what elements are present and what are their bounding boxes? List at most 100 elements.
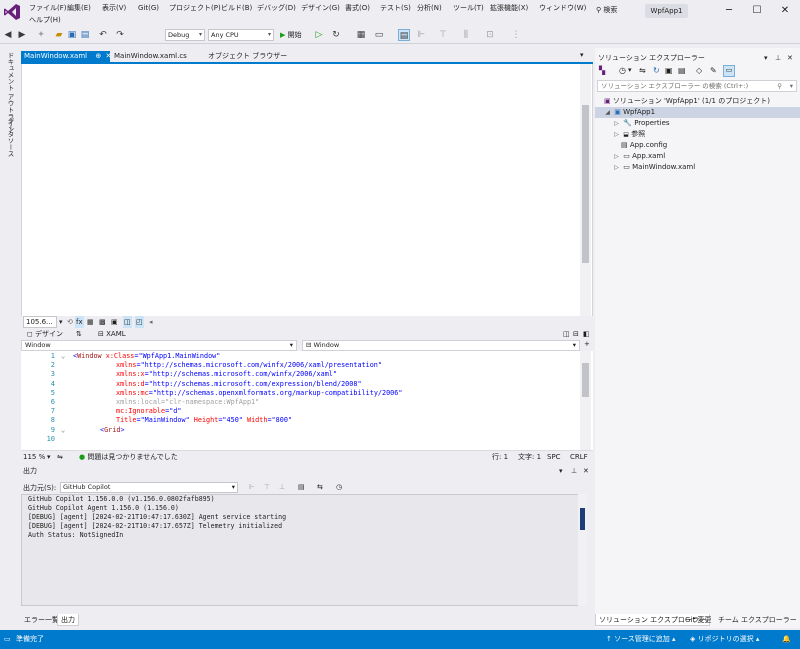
menu-file[interactable]: ファイル(F) <box>29 3 67 14</box>
history-icon[interactable]: ◷ <box>619 66 626 75</box>
source-control-button[interactable]: ↑ ソース管理に追加 ▴ <box>606 630 676 649</box>
scope-left-combo[interactable]: Window ▾ <box>21 340 297 351</box>
chevron-down-icon[interactable]: ▾ <box>47 451 51 463</box>
maximize-button[interactable]: ☐ <box>743 2 771 20</box>
save-all-icon[interactable]: ▤ <box>79 29 91 41</box>
artboard-background-icon[interactable]: ▣ <box>111 316 118 328</box>
output-source-combo[interactable]: GitHub Copilot ▾ <box>60 482 238 493</box>
line-ending-indicator[interactable]: CRLF <box>570 451 588 463</box>
spacing-icon[interactable]: ⋮ <box>510 29 522 41</box>
minimize-button[interactable]: ─ <box>715 2 743 20</box>
collapse-outline-icon[interactable]: ⌄ <box>61 352 65 360</box>
prev-message-icon[interactable]: ⊤ <box>264 483 270 491</box>
distribute-icon[interactable]: ⫼ <box>460 29 472 41</box>
tab-object-browser[interactable]: オブジェクト ブラウザー <box>205 51 290 62</box>
tab-xaml[interactable]: ⊟ XAML <box>98 328 126 340</box>
forward-icon[interactable]: ▶ <box>16 29 28 41</box>
snap-lines-icon[interactable]: ◫ <box>123 316 132 328</box>
tree-item-app-config[interactable]: ▤ App.config <box>595 140 800 151</box>
browser-icon[interactable]: ▦ <box>355 29 367 41</box>
output-text-area[interactable]: GitHub Copilot 1.156.0.0 (v1.156.0.0802f… <box>21 494 587 606</box>
solution-config-icon[interactable]: ▭ <box>373 29 385 41</box>
expand-arrow-icon[interactable]: ▷ <box>612 129 621 140</box>
swap-panes-button[interactable]: ⇅ <box>76 328 82 340</box>
sync-icon[interactable]: ↻ <box>653 66 660 75</box>
menu-project[interactable]: プロジェクト(P) <box>169 3 221 14</box>
intellicode-icon[interactable]: ⇋ <box>57 451 63 463</box>
pin-icon[interactable]: ⊕ <box>95 52 101 60</box>
issues-indicator[interactable]: ● 問題は見つかりませんでした <box>79 451 178 463</box>
scroll-left-icon[interactable]: ◂ <box>149 316 153 328</box>
word-wrap-icon[interactable]: ⇆ <box>317 483 323 491</box>
pending-changes-icon[interactable]: ⇋ <box>639 66 646 75</box>
vertical-split-icon[interactable]: ◫ <box>563 328 570 340</box>
find-message-icon[interactable]: ⊩ <box>249 483 255 491</box>
expand-arrow-icon[interactable]: ▷ <box>612 118 621 129</box>
size-icon[interactable]: ⊡ <box>484 29 496 41</box>
chevron-down-icon[interactable]: ▾ <box>764 52 768 64</box>
data-sources-tab[interactable]: データソース <box>5 118 15 157</box>
chevron-down-icon[interactable]: ▾ <box>628 66 632 74</box>
timestamp-icon[interactable]: ◷ <box>336 483 342 491</box>
menu-extensions[interactable]: 拡張機能(X) <box>490 3 528 14</box>
solution-search-input[interactable]: ソリューション エクスプローラー の検索 (Ctrl+:) ⚲ ▾ <box>597 80 797 92</box>
tab-mainwindow-xaml-cs[interactable]: MainWindow.xaml.cs <box>111 51 190 62</box>
refresh-icon[interactable]: ↻ <box>330 29 342 41</box>
tab-error-list[interactable]: エラー一覧 <box>21 614 62 626</box>
menu-git[interactable]: Git(G) <box>138 3 159 14</box>
tree-item-mainwindow-xaml[interactable]: ▷ ▭ MainWindow.xaml <box>595 162 800 173</box>
undo-icon[interactable]: ↶ <box>97 29 109 41</box>
tree-item-app-xaml[interactable]: ▷ ▭ App.xaml <box>595 151 800 162</box>
tab-team-explorer[interactable]: チーム エクスプローラー <box>715 614 800 626</box>
menu-test[interactable]: テスト(S) <box>380 3 411 14</box>
pin-icon[interactable]: ⊥ <box>571 466 577 477</box>
menu-view[interactable]: 表示(V) <box>102 3 126 14</box>
redo-icon[interactable]: ↷ <box>114 29 126 41</box>
close-window-button[interactable]: ✕ <box>771 2 799 20</box>
open-folder-icon[interactable]: ▰ <box>53 29 65 41</box>
config-combo[interactable]: Debug ▾ <box>165 29 205 41</box>
new-item-icon[interactable]: ✦ <box>35 29 47 41</box>
back-icon[interactable]: ◀ <box>2 29 14 41</box>
tab-mainwindow-xaml[interactable]: MainWindow.xaml ⊕ ✕ <box>21 51 111 62</box>
zoom-dropdown-chevron-down-icon[interactable]: ▾ <box>59 316 63 328</box>
xaml-code-editor[interactable]: 1 2 3 4 5 6 7 8 9 10 <Window x:Class="Wp… <box>21 351 593 450</box>
designer-scroll-thumb[interactable] <box>582 105 589 263</box>
collapse-outline-icon[interactable]: ⌄ <box>61 426 65 434</box>
menu-analyze[interactable]: 分析(N) <box>417 3 442 14</box>
zoom-fit-icon[interactable]: ⟲ <box>67 316 73 328</box>
grid-icon[interactable]: ▦ <box>87 316 94 328</box>
tab-git-changes[interactable]: Git 変更 <box>682 614 714 626</box>
start-without-debug-icon[interactable]: ▷ <box>313 29 325 41</box>
column-indicator[interactable]: 文字: 1 <box>518 451 541 463</box>
menu-edit[interactable]: 編集(E) <box>67 3 91 14</box>
expand-arrow-icon[interactable]: ▷ <box>612 162 621 173</box>
tree-item-references[interactable]: ▷ ⬓ 参照 <box>595 129 800 140</box>
layout-toggle-icon[interactable]: ▤ <box>398 29 410 41</box>
switch-views-icon[interactable]: ▚ <box>599 66 605 75</box>
next-message-icon[interactable]: ⊥ <box>279 483 285 491</box>
editor-zoom[interactable]: 115 % <box>23 451 45 463</box>
effects-toggle-icon[interactable]: fx <box>75 316 84 328</box>
notifications-bell-icon[interactable]: 🔔 <box>782 630 791 649</box>
expand-arrow-icon[interactable]: ◢ <box>603 107 612 118</box>
add-scope-icon[interactable]: + <box>584 340 590 348</box>
close-icon[interactable]: ✕ <box>583 466 589 477</box>
platform-combo[interactable]: Any CPU ▾ <box>208 29 274 41</box>
snap-grid-icon[interactable]: ▩ <box>99 316 106 328</box>
tree-item-solution[interactable]: ▣ ソリューション 'WpfApp1' (1/1 のプロジェクト) <box>595 96 800 107</box>
tab-output[interactable]: 出力 <box>57 614 79 626</box>
align-left-icon[interactable]: ⊩ <box>415 29 427 41</box>
close-icon[interactable]: ✕ <box>787 52 793 64</box>
align-top-icon[interactable]: ⊤ <box>437 29 449 41</box>
xaml-designer-canvas[interactable] <box>21 64 593 316</box>
menu-design[interactable]: デザイン(G) <box>301 3 340 14</box>
scope-right-combo[interactable]: ⊟ Window ▾ <box>302 340 580 351</box>
show-all-files-icon[interactable]: ▤ <box>678 66 686 75</box>
collapse-pane-icon[interactable]: ◧ <box>583 328 590 340</box>
output-vertical-scrollbar[interactable] <box>578 494 587 606</box>
tab-overflow-chevron-down-icon[interactable]: ▾ <box>580 51 584 59</box>
tree-item-properties[interactable]: ▷ 🔧 Properties <box>595 118 800 129</box>
menu-debug[interactable]: デバッグ(D) <box>257 3 296 14</box>
zoom-combo[interactable]: 105.6... <box>23 316 57 328</box>
